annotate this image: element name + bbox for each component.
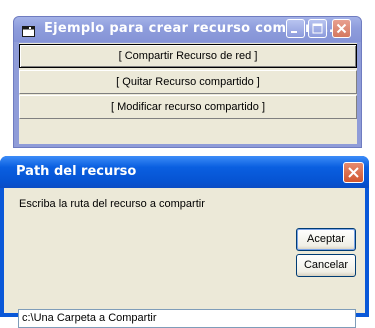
unshare-resource-button[interactable]: [ Quitar Recurso compartido ] (19, 70, 357, 94)
main-window-client: [ Compartir Recurso de red ] [ Quitar Re… (19, 43, 357, 144)
modify-resource-button[interactable]: [ Modificar recurso compartido ] (19, 95, 357, 119)
minimize-icon (291, 31, 297, 33)
cancel-button[interactable]: Cancelar (296, 254, 356, 277)
minimize-button[interactable] (286, 19, 305, 38)
close-icon (336, 23, 347, 34)
main-window-titlebar[interactable]: Ejemplo para crear recurso compart... (14, 17, 361, 42)
maximize-button[interactable] (308, 19, 327, 38)
path-input[interactable]: c:\Una Carpeta a Compartir (18, 309, 356, 328)
dialog-title: Path del recurso (16, 164, 137, 179)
accept-button[interactable]: Aceptar (296, 228, 356, 251)
dialog-client: Escriba la ruta del recurso a compartir … (4, 188, 365, 328)
main-close-button[interactable] (332, 19, 351, 38)
share-resource-button[interactable]: [ Compartir Recurso de red ] (19, 44, 357, 68)
main-window: Ejemplo para crear recurso compart... [ … (13, 16, 362, 148)
path-dialog: Path del recurso Escriba la ruta del rec… (0, 156, 369, 328)
close-icon (348, 167, 359, 178)
dialog-prompt: Escriba la ruta del recurso a compartir (19, 198, 205, 210)
dialog-titlebar[interactable]: Path del recurso (0, 156, 369, 188)
dialog-close-button[interactable] (343, 162, 364, 183)
app-window-icon (22, 24, 35, 37)
maximize-icon (312, 23, 323, 34)
